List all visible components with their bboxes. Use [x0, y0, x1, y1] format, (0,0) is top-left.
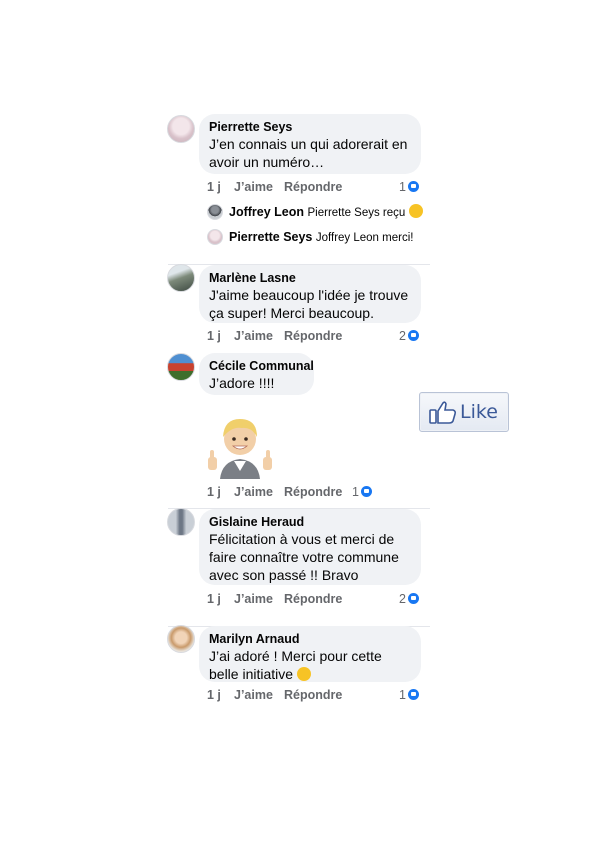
- comment-actions: 1 j J’aime Répondre: [207, 591, 421, 607]
- comment-text-line: Félicitation à vous et merci de: [209, 531, 395, 547]
- reply-link[interactable]: Répondre: [284, 591, 342, 607]
- avatar-joffrey-leon[interactable]: [207, 204, 223, 220]
- reply-link[interactable]: Répondre: [284, 484, 342, 500]
- like-badge-label: Like: [460, 401, 498, 423]
- comment-bubble: Gislaine Heraud Félicitation à vous et m…: [199, 509, 421, 585]
- comment-author[interactable]: Marlène Lasne: [209, 270, 409, 286]
- comment-bubble: Marlène Lasne J'aime beaucoup l'idée je …: [199, 265, 421, 323]
- comment-author[interactable]: Pierrette Seys: [209, 119, 409, 135]
- like-link[interactable]: J’aime: [234, 591, 273, 607]
- kissing-heart-emoji-icon: [296, 667, 311, 681]
- comment-text-line: J’en connais un qui adorerait en: [209, 136, 408, 152]
- reaction-count[interactable]: 2: [399, 328, 419, 344]
- comment-actions: 1 j J’aime Répondre: [207, 687, 421, 703]
- like-link[interactable]: J’aime: [234, 179, 273, 195]
- comment-text-line: J’ai adoré ! Merci pour cette: [209, 648, 382, 664]
- wink-tongue-emoji-icon: [408, 204, 423, 218]
- like-reaction-icon: [360, 486, 372, 497]
- reply-link[interactable]: Répondre: [284, 687, 342, 703]
- comment-author[interactable]: Cécile Communal: [209, 358, 314, 374]
- avatar-marilyn-arnaud[interactable]: [167, 625, 195, 653]
- reply-text: Joffrey Leon merci!: [315, 232, 414, 244]
- reply-link[interactable]: Répondre: [284, 328, 342, 344]
- comment-time: 1 j: [207, 180, 221, 194]
- like-badge: Like: [419, 392, 509, 432]
- comment-text-line: J’adore !!!!: [209, 375, 275, 391]
- comment-author[interactable]: Gislaine Heraud: [209, 514, 409, 530]
- reaction-count[interactable]: 1: [399, 687, 419, 703]
- reaction-count-value: 1: [399, 688, 406, 702]
- comment-bubble: Marilyn Arnaud J’ai adoré ! Merci pour c…: [199, 626, 421, 682]
- like-reaction-icon: [407, 181, 419, 192]
- reaction-count-value: 1: [352, 485, 359, 499]
- comment-text-fragment: belle initiative: [209, 666, 294, 682]
- like-reaction-icon: [407, 593, 419, 604]
- like-reaction-icon: [407, 689, 419, 700]
- comment-text-line: ça super! Merci beaucoup.: [209, 305, 374, 321]
- avatar-marlene-lasne[interactable]: [167, 264, 195, 292]
- reply-link[interactable]: Répondre: [284, 179, 342, 195]
- like-reaction-icon: [407, 330, 419, 341]
- like-link[interactable]: J’aime: [234, 687, 273, 703]
- comment-bubble: Cécile Communal J’adore !!!!: [199, 353, 314, 395]
- comment-time: 1 j: [207, 688, 221, 702]
- reply-text: Pierrette Seys reçu: [307, 207, 406, 219]
- avatar-cecile-communal[interactable]: [167, 353, 195, 381]
- reaction-count[interactable]: 2: [399, 591, 419, 607]
- thumbs-up-avatar-sticker-icon: [208, 419, 272, 479]
- reaction-count-value: 1: [399, 180, 406, 194]
- like-link[interactable]: J’aime: [234, 328, 273, 344]
- comment-author[interactable]: Marilyn Arnaud: [209, 631, 409, 647]
- like-link[interactable]: J’aime: [234, 484, 273, 500]
- comment-text-line: avoir un numéro…: [209, 154, 325, 170]
- reply-author[interactable]: Pierrette Seys: [229, 230, 312, 244]
- reaction-count-value: 2: [399, 592, 406, 606]
- comment-actions: 1 j J’aime Répondre: [207, 179, 421, 195]
- comment-text-line: avec son passé !! Bravo: [209, 567, 359, 583]
- comment-time: 1 j: [207, 592, 221, 606]
- reply-author[interactable]: Joffrey Leon: [229, 205, 304, 219]
- avatar-gislaine-heraud[interactable]: [167, 508, 195, 536]
- comment-actions: 1 j J’aime Répondre: [207, 484, 421, 500]
- comment-text-line: belle initiative: [209, 665, 409, 683]
- reply-item: Pierrette Seys Joffrey Leon merci!: [229, 229, 413, 245]
- reaction-count[interactable]: 1: [352, 484, 372, 500]
- reply-item: Joffrey Leon Pierrette Seys reçu: [229, 204, 423, 220]
- comment-time: 1 j: [207, 329, 221, 343]
- comment-time: 1 j: [207, 485, 221, 499]
- comment-text-line: J'aime beaucoup l'idée je trouve: [209, 287, 409, 303]
- avatar-pierrette-seys-small[interactable]: [207, 229, 223, 245]
- reaction-count-value: 2: [399, 329, 406, 343]
- avatar-pierrette-seys[interactable]: [167, 115, 195, 143]
- comment-text-line: faire connaître votre commune: [209, 549, 399, 565]
- reaction-count[interactable]: 1: [399, 179, 419, 195]
- comment-actions: 1 j J’aime Répondre: [207, 328, 421, 344]
- thumbs-up-icon: [429, 401, 457, 424]
- comment-bubble: Pierrette Seys J’en connais un qui adore…: [199, 114, 421, 174]
